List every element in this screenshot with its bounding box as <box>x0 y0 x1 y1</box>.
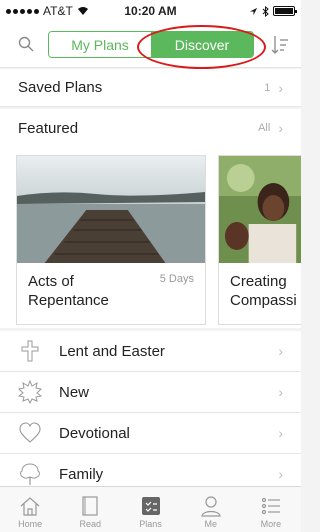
chevron-right-icon: › <box>278 343 283 359</box>
status-bar: AT&T 10:20 AM <box>0 0 301 22</box>
saved-plans-count: 1 <box>264 81 271 94</box>
featured-card[interactable]: Creating Compassi <box>218 155 301 325</box>
location-icon <box>249 7 258 15</box>
wooden-dock-lake-photo <box>17 156 205 263</box>
tab-my-plans[interactable]: My Plans <box>49 32 151 57</box>
tab-label: Plans <box>139 519 162 529</box>
signal-strength-icon <box>6 8 39 14</box>
chevron-right-icon: › <box>278 425 283 441</box>
saved-plans-label: Saved Plans <box>18 79 103 96</box>
featured-card[interactable]: Acts of Repentance 5 Days <box>16 155 206 325</box>
book-icon <box>82 496 98 516</box>
featured-all-label: All <box>258 122 271 134</box>
category-label: Devotional <box>59 424 130 442</box>
category-label: Lent and Easter <box>59 342 165 360</box>
card-days: 5 Days <box>159 273 194 285</box>
category-row[interactable]: Lent and Easter › <box>0 331 301 372</box>
tab-me[interactable]: Me <box>181 487 241 532</box>
children-photo <box>219 156 301 263</box>
card-title: Creating Compassi <box>230 273 297 309</box>
cross-icon <box>21 340 39 362</box>
search-icon[interactable] <box>18 36 34 52</box>
tab-label: More <box>260 519 282 529</box>
bluetooth-icon <box>262 5 269 17</box>
chevron-right-icon: › <box>278 466 283 482</box>
featured-all-link[interactable]: All › <box>258 120 283 136</box>
list-icon <box>261 497 280 515</box>
carrier-label: AT&T <box>43 4 73 18</box>
tab-plans[interactable]: Plans <box>120 487 180 532</box>
home-icon <box>20 497 40 516</box>
wifi-icon <box>77 7 88 15</box>
status-right <box>249 5 297 17</box>
plans-icon <box>141 497 160 515</box>
person-icon <box>200 496 221 517</box>
tab-discover[interactable]: Discover <box>151 32 253 57</box>
tab-read[interactable]: Read <box>60 487 120 532</box>
battery-icon <box>273 6 297 16</box>
top-bar: My Plans Discover <box>0 22 301 69</box>
tab-label: Read <box>79 519 102 529</box>
saved-plans-row[interactable]: Saved Plans 1 › <box>0 69 301 107</box>
sort-icon[interactable] <box>271 35 289 55</box>
featured-carousel[interactable]: Acts of Repentance 5 Days Creating Compa… <box>0 147 301 328</box>
heart-icon <box>19 422 41 443</box>
chevron-right-icon: › <box>278 120 283 136</box>
tab-home[interactable]: Home <box>0 487 60 532</box>
card-title: Acts of Repentance <box>28 273 109 309</box>
category-row[interactable]: Devotional › <box>0 413 301 454</box>
status-left: AT&T <box>6 4 89 18</box>
featured-header: Featured All › <box>0 109 301 147</box>
category-list: Lent and Easter › New › Devotional › Fam… <box>0 331 301 495</box>
plans-segmented-control: My Plans Discover <box>48 31 254 58</box>
chevron-right-icon: › <box>278 79 283 96</box>
chevron-right-icon: › <box>278 384 283 400</box>
tab-more[interactable]: More <box>241 487 301 532</box>
featured-label: Featured <box>18 119 79 137</box>
starburst-icon <box>18 380 42 404</box>
tab-label: Home <box>18 519 43 529</box>
category-label: New <box>59 383 90 401</box>
category-label: Family <box>59 465 104 483</box>
category-row[interactable]: New › <box>0 372 301 413</box>
bottom-tab-bar: Home Read Plans Me More <box>0 486 301 532</box>
tab-label: Me <box>204 519 217 529</box>
tree-icon <box>20 463 40 485</box>
